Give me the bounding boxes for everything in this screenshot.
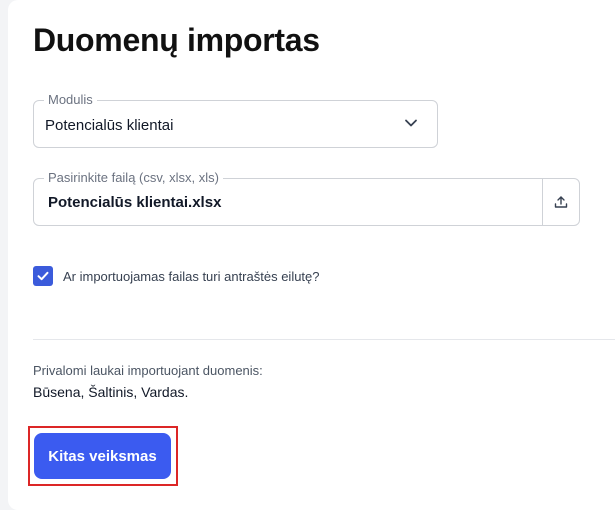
chevron-down-icon[interactable]	[403, 115, 419, 131]
header-row-label: Ar importuojamas failas turi antraštės e…	[63, 268, 320, 284]
file-label: Pasirinkite failą (csv, xlsx, xls)	[44, 170, 223, 186]
next-step-button[interactable]: Kitas veiksmas	[34, 433, 171, 479]
upload-icon	[554, 196, 568, 208]
module-value: Potencialūs klientai	[45, 117, 174, 134]
file-value: Potencialūs klientai.xlsx	[48, 194, 222, 211]
divider	[33, 339, 615, 340]
page-title: Duomenų importas	[33, 22, 320, 58]
header-row-checkbox[interactable]	[33, 266, 53, 286]
upload-button[interactable]	[542, 179, 579, 225]
module-label: Modulis	[44, 92, 97, 108]
check-icon	[37, 271, 49, 281]
module-select[interactable]: Modulis Potencialūs klientai	[33, 92, 438, 148]
header-row-option: Ar importuojamas failas turi antraštės e…	[33, 266, 320, 286]
file-field[interactable]: Pasirinkite failą (csv, xlsx, xls) Poten…	[33, 170, 580, 226]
required-fields-label: Privalomi laukai importuojant duomenis:	[33, 363, 263, 378]
required-fields-list: Būsena, Šaltinis, Vardas.	[33, 384, 189, 400]
